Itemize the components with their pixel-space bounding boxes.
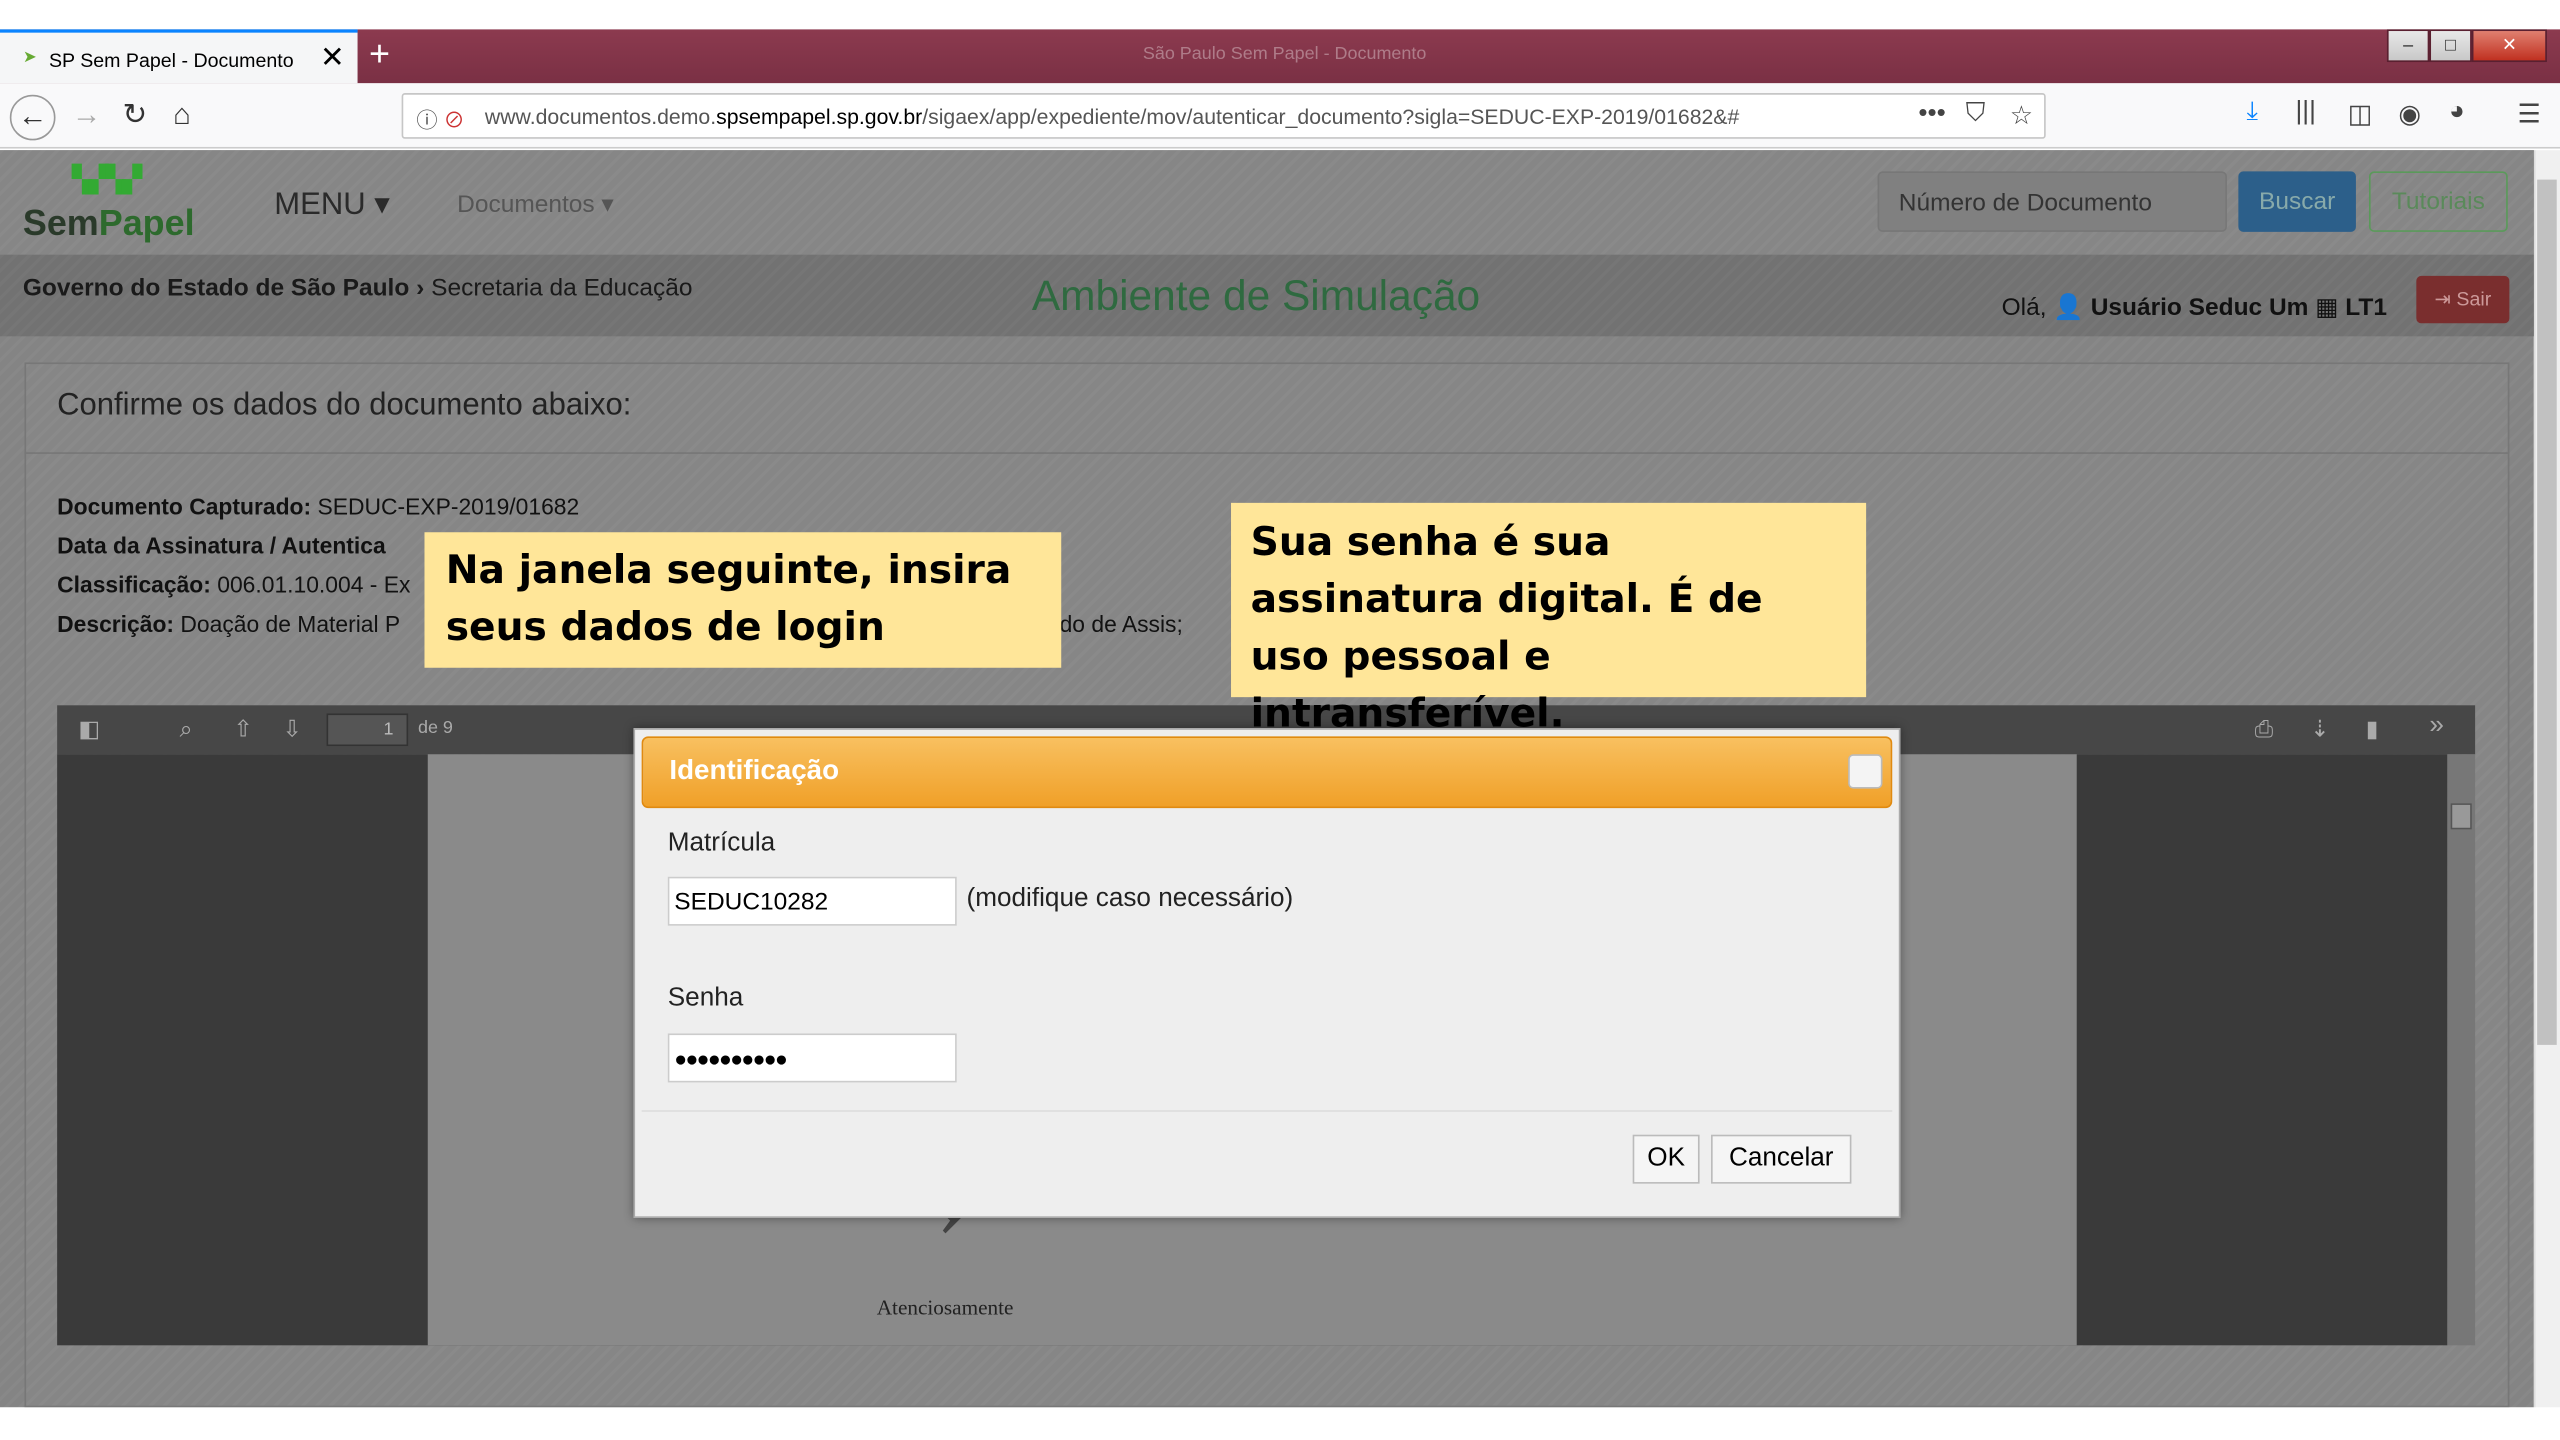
address-bar[interactable]: ⓘ ⊘ www.documentos.demo.spsempapel.sp.go… (401, 93, 2046, 139)
sidebar-icon[interactable]: ◫ (2348, 98, 2373, 131)
tab-title: SP Sem Papel - Documento (48, 48, 294, 72)
search-button[interactable]: Buscar (2238, 171, 2356, 232)
menu-icon[interactable]: ☰ (2518, 98, 2541, 131)
description-tail: do de Assis; (1059, 610, 1183, 637)
pdf-closing-text: Atenciosamente (876, 1294, 1014, 1320)
bottom-edge (0, 1407, 2560, 1440)
tab-favicon-icon: ➤ (22, 48, 37, 67)
tab-close-icon[interactable]: ✕ (320, 41, 345, 75)
pdf-scrollbar-thumb[interactable] (2450, 803, 2472, 830)
logout-icon: ⇥ (2434, 287, 2451, 311)
user-icon: 👤 (2053, 293, 2084, 322)
pdf-scrollbar[interactable] (2447, 754, 2476, 1346)
signature-date-row: Data da Assinatura / Autentica (57, 532, 386, 559)
description-row: Descrição: Doação de Material P (57, 610, 401, 637)
document-number-input[interactable]: Número de Documento (1877, 171, 2227, 232)
matricula-label: Matrícula (667, 829, 776, 858)
page-scrollbar-thumb[interactable] (2537, 179, 2557, 1045)
maximize-icon[interactable]: □ (2429, 29, 2472, 63)
password-input[interactable]: ●●●●●●●●●● (667, 1033, 957, 1083)
dialog-title: Identificação (669, 754, 840, 786)
matricula-input[interactable]: SEDUC10282 (667, 876, 957, 926)
next-page-icon[interactable]: ⇩ (282, 715, 301, 743)
account-icon[interactable]: ◉ (2398, 98, 2421, 131)
tutorials-button[interactable]: Tutoriais (2368, 171, 2508, 232)
matricula-hint: (modifique caso necessário) (966, 884, 1294, 913)
building-icon: ▦ (2315, 293, 2339, 322)
home-icon[interactable]: ⌂ (173, 98, 191, 132)
breadcrumb-root[interactable]: Governo do Estado de São Paulo (23, 274, 409, 302)
downloads-icon[interactable]: ⤓ (2247, 98, 2259, 127)
bookmark-star-icon[interactable]: ☆ (2010, 100, 2033, 133)
save-icon[interactable]: ⇣ (2310, 715, 2329, 743)
pocket-icon[interactable]: ⛉ (1966, 100, 1986, 129)
captured-document-row: Documento Capturado: SEDUC-EXP-2019/0168… (57, 493, 580, 520)
logo-text[interactable]: SemPapel (23, 202, 195, 244)
browser-tab[interactable]: ➤ SP Sem Papel - Documento ✕ (0, 29, 358, 84)
cancel-button[interactable]: Cancelar (1711, 1134, 1852, 1184)
page-count: de 9 (417, 718, 453, 738)
password-callout: Sua senha é sua assinatura digital. É de… (1231, 502, 1867, 736)
minimize-icon[interactable]: – (2386, 29, 2430, 63)
login-callout: Na janela seguinte, insira seus dados de… (424, 532, 1062, 668)
page-number-input[interactable]: 1 (326, 713, 409, 747)
window-caption: São Paulo Sem Papel - Documento (1142, 44, 1427, 64)
senha-label: Senha (667, 984, 744, 1013)
breadcrumb: Governo do Estado de São Paulo › Secreta… (22, 274, 693, 303)
sidebar-toggle-icon[interactable]: ◧ (78, 715, 100, 743)
documents-menu[interactable]: Documentos ▾ (457, 189, 614, 219)
breadcrumb-current[interactable]: Secretaria da Educação (431, 274, 692, 302)
classification-row: Classificação: 006.01.10.004 - Ex (57, 571, 411, 598)
library-icon[interactable]: ||| (2296, 98, 2316, 127)
site-info-icon[interactable]: ⓘ ⊘ (416, 103, 464, 134)
print-icon[interactable]: ⎙ (2255, 715, 2273, 743)
address-text: www.documentos.demo.spsempapel.sp.gov.br… (484, 104, 1740, 129)
logout-button[interactable]: ⇥ Sair (2416, 275, 2510, 324)
dialog-divider (641, 1110, 1893, 1112)
bookmark-icon[interactable]: ▮ (2366, 715, 2379, 743)
reload-icon[interactable]: ↻ (122, 98, 147, 132)
new-tab-icon[interactable]: + (369, 33, 390, 75)
ok-button[interactable]: OK (1632, 1134, 1700, 1184)
user-greeting: Olá, 👤 Usuário Seduc Um ▦ LT1 (2001, 293, 2387, 322)
page-actions-icon[interactable]: ••• (1918, 100, 1945, 129)
previous-page-icon[interactable]: ⇧ (233, 715, 252, 743)
extension-icon[interactable]: ◕ (2449, 98, 2465, 127)
dialog-close-icon[interactable] (1848, 754, 1883, 789)
screenshot-stage: São Paulo Sem Papel - Documento ➤ SP Sem… (0, 0, 2560, 1440)
more-tools-icon[interactable]: » (2429, 712, 2444, 741)
menu-button[interactable]: MENU ▾ (274, 186, 390, 224)
environment-title: Ambiente de Simulação (1031, 271, 1481, 320)
window-close-icon[interactable]: ✕ (2471, 29, 2547, 63)
pdf-search-icon[interactable]: ⌕ (180, 715, 193, 743)
forward-icon[interactable]: → (72, 98, 101, 132)
panel-title: Confirme os dados do documento abaixo: (57, 388, 632, 423)
logo-icon: ▚▞▚▞ (71, 166, 143, 195)
window-controls: – □ ✕ (2386, 29, 2560, 63)
back-icon[interactable]: ← (9, 94, 56, 141)
